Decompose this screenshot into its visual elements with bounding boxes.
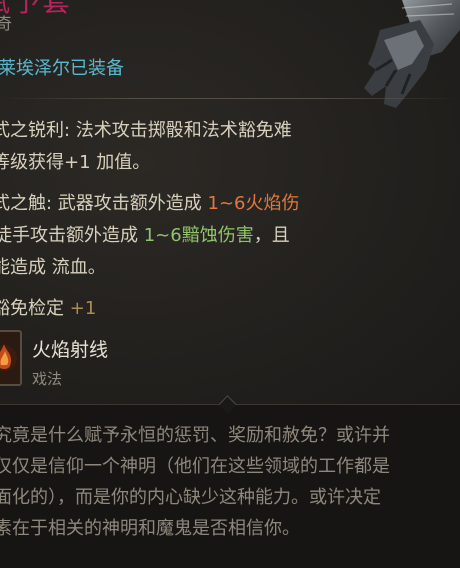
- saving-throw-bonus: +1: [69, 298, 97, 319]
- property-text: 式之触: 武器攻击额外造成: [0, 193, 208, 214]
- saving-throw-line: 豁免检定 +1: [0, 294, 96, 320]
- saving-throw-label: 豁免检定: [0, 298, 64, 319]
- flavor-text: 究竟是什么赋予永恒的惩罚、奖励和赦免？或许并 仅仅是信仰一个神明（他们在这些领域…: [0, 420, 460, 544]
- property-line-1: 式之锐利: 法术攻击掷骰和法术豁免难: [0, 120, 292, 141]
- property-line-5: 能造成 流血。: [0, 253, 106, 279]
- spell-name[interactable]: 火焰射线: [32, 335, 108, 362]
- flavor-line: 仅仅是信仰一个神明（他们在这些领域的工作都是: [0, 456, 390, 477]
- section-divider: [0, 98, 460, 99]
- gauntlet-icon: [364, 0, 460, 108]
- equipped-status: 莱埃泽尔已装备: [0, 58, 124, 79]
- bleed-effect-link[interactable]: 流血: [52, 257, 88, 278]
- flavor-line: 面化的），而是你的内心缺少这种能力。或许决定: [0, 487, 381, 508]
- property-line-3: 式之触: 武器攻击额外造成 1~6火焰伤: [0, 189, 300, 215]
- item-tooltip-panel: 赋予套 奇 莱埃泽尔已装备 式之锐利: 法术攻击掷骰和法术豁免难 等级获得+1 …: [0, 0, 460, 404]
- item-rarity: 奇: [0, 14, 13, 33]
- necrotic-damage-text: 1~6黯蚀伤害: [143, 225, 254, 246]
- fire-damage-text: 1~6火焰伤: [207, 193, 300, 214]
- spell-type: 戏法: [32, 370, 63, 388]
- property-text: 能造成: [0, 257, 46, 278]
- property-line-2: 等级获得+1 加值。: [0, 152, 151, 173]
- property-text: 。: [87, 257, 106, 278]
- property-text: 徒手攻击额外造成: [0, 225, 144, 246]
- fire-ray-spell-icon[interactable]: [0, 330, 22, 386]
- property-text: ，且: [253, 225, 290, 246]
- flavor-line: 究竟是什么赋予永恒的惩罚、奖励和赦免？或许并: [0, 425, 390, 446]
- property-line-4: 徒手攻击额外造成 1~6黯蚀伤害，且: [0, 221, 290, 247]
- flavor-line: 素在于相关的神明和魔鬼是否相信你。: [0, 518, 300, 539]
